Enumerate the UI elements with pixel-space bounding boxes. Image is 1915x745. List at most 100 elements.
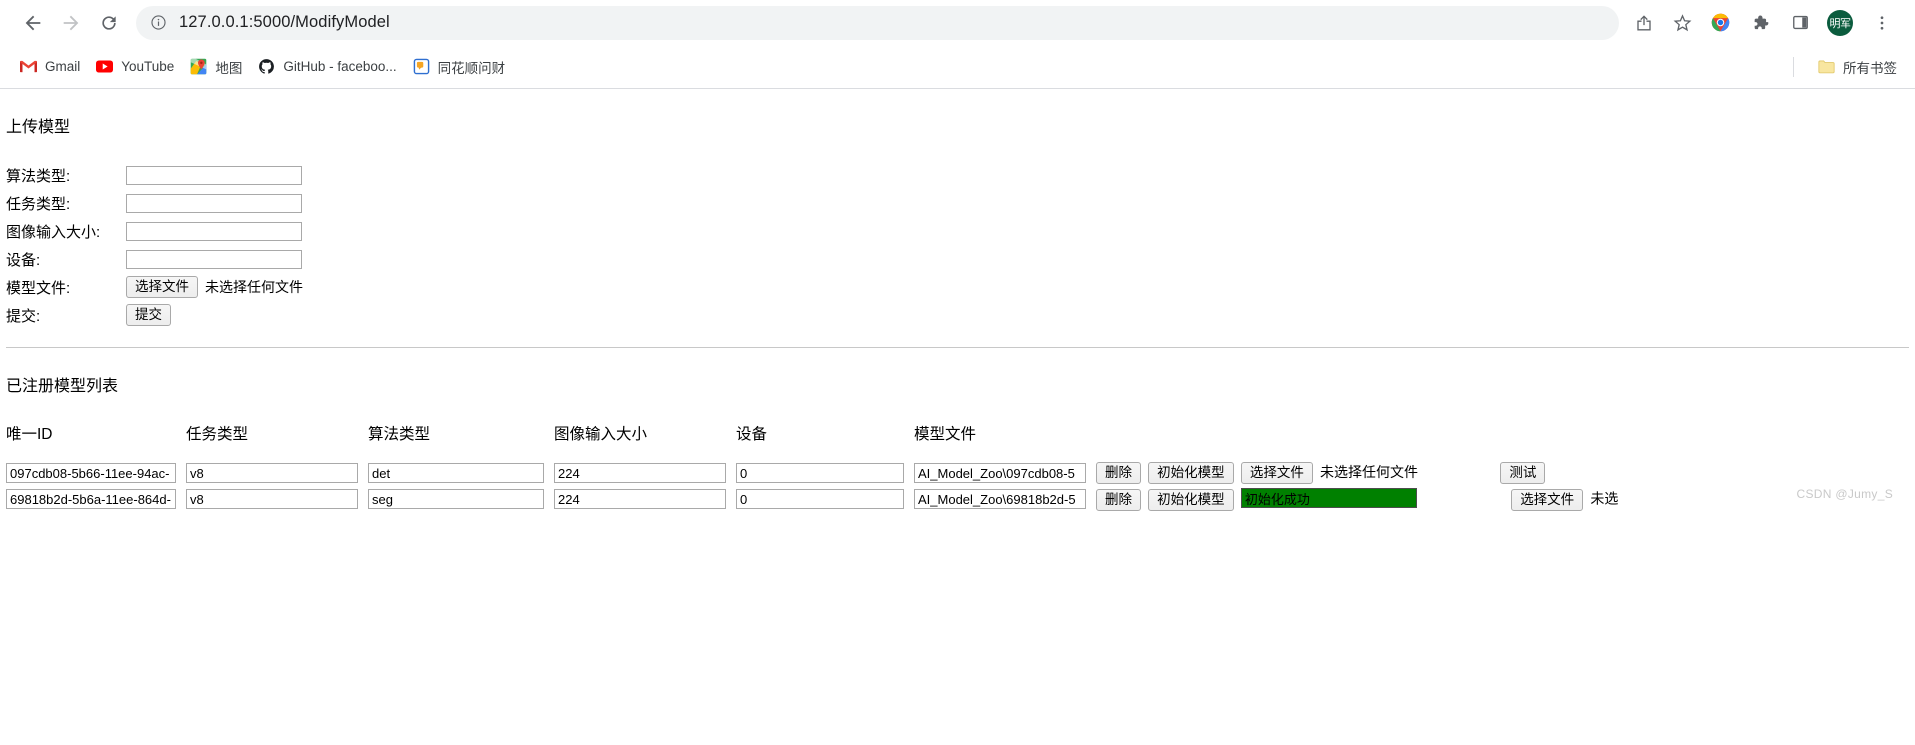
form-row-device: 设备: [6,245,1915,273]
row-task-type-input[interactable] [186,489,358,510]
bookmark-label: YouTube [121,59,175,74]
label-algo-type: 算法类型: [6,167,71,185]
page-title: 上传模型 [6,119,71,136]
cell-task-type [180,486,362,513]
share-icon [1637,14,1651,30]
all-bookmarks-label: 所有书签 [1843,60,1897,76]
forward-button[interactable] [52,4,90,42]
browser-right-actions: 明军 [1701,4,1901,42]
extensions-button[interactable] [1741,4,1779,42]
side-panel-button[interactable] [1781,4,1819,42]
forward-arrow-icon [63,15,79,30]
bookmark-label: 同花顺问财 [437,60,506,76]
reload-icon [102,15,116,30]
cell-algo-type [362,460,548,486]
row-task-type-input[interactable] [186,463,358,483]
youtube-icon [96,58,114,75]
table-row: 删除 初始化模型 选择文件 未选 [0,486,1622,513]
input-device[interactable] [126,249,302,269]
cell-device [730,460,908,486]
column-header-model-file: 模型文件 [914,426,977,443]
bookmark-item-youtube[interactable]: YouTube [88,54,182,79]
side-panel-icon [1792,15,1808,30]
omnibox-actions [1625,4,1701,42]
cell-algo-type [362,486,548,513]
all-bookmarks-button[interactable]: 所有书签 [1812,53,1903,81]
file-status-text: 未选择任何文件 [205,279,303,295]
column-header-task-type: 任务类型 [186,426,249,443]
browser-menu-button[interactable] [1863,4,1901,42]
three-dot-menu-icon [1880,15,1884,30]
row-input-size-input[interactable] [554,463,726,483]
browser-chrome: 127.0.0.1:5000/ModifyModel 明军 Gmail YouT… [0,0,1915,89]
column-header-device: 设备 [736,426,768,443]
row-algo-type-input[interactable] [368,463,544,483]
cell-device [730,486,908,513]
browser-toolbar: 127.0.0.1:5000/ModifyModel 明军 [0,0,1915,45]
chrome-color-circle-icon [1711,13,1729,32]
page-content: 上传模型 算法类型: 任务类型: 图像输入大小: 设备: 模型文件: 选择文件 … [0,113,1915,513]
table-row: 删除 初始化模型 选择文件 未选择任何文件 测试 [0,460,1622,486]
input-task-type[interactable] [126,193,302,213]
row-model-file-input[interactable] [914,489,1086,510]
row-algo-type-input[interactable] [368,489,544,510]
row-choose-file-button[interactable]: 选择文件 [1511,488,1584,511]
row-device-input[interactable] [736,463,904,483]
avatar[interactable]: 明军 [1827,9,1853,36]
table-body: 删除 初始化模型 选择文件 未选择任何文件 测试 [0,460,1622,513]
choose-file-button[interactable]: 选择文件 [126,276,198,298]
site-info-icon[interactable] [150,14,167,31]
folder-icon [1818,58,1835,75]
github-icon [258,58,275,75]
bookmark-star-button[interactable] [1663,4,1701,42]
row-delete-button[interactable]: 删除 [1096,462,1141,484]
cell-input-size [548,486,730,513]
table-head: 唯一ID 任务类型 算法类型 图像输入大小 设备 模型文件 [0,422,1622,460]
registered-models-table: 唯一ID 任务类型 算法类型 图像输入大小 设备 模型文件 097cdb08-5… [0,422,1622,513]
row-file-status-text: 未选 [1590,490,1619,507]
back-button[interactable] [14,4,52,42]
bookmark-item-maps[interactable]: 地图 [182,53,250,81]
file-picker: 选择文件 未选择任何文件 [126,276,303,298]
row-delete-button[interactable]: 删除 [1096,488,1141,511]
submit-button[interactable]: 提交 [126,304,171,326]
bookmark-item-github[interactable]: GitHub - faceboo... [250,54,404,79]
label-model-file: 模型文件: [6,279,71,297]
form-row-submit: 提交: 提交 [6,301,1915,329]
gmail-icon [20,58,37,75]
column-header-actions [1090,422,1622,460]
cell-id [0,486,180,513]
share-button[interactable] [1625,4,1663,42]
bookmark-item-ths[interactable]: 同花顺问财 [405,53,514,81]
label-device: 设备: [6,251,41,269]
ths-icon [413,58,430,75]
chrome-profile-button[interactable] [1701,4,1739,42]
row-id-input[interactable] [6,489,176,510]
input-algo-type[interactable] [126,165,302,185]
cell-task-type [180,460,362,486]
bookmarks-bar: Gmail YouTube 地图 GitHub - faceboo... 同花顺… [0,45,1915,88]
label-input-size: 图像输入大小: [6,223,101,241]
reload-button[interactable] [90,4,128,42]
row-id-input[interactable] [6,463,176,483]
address-bar[interactable]: 127.0.0.1:5000/ModifyModel [136,5,1619,40]
bookmark-label: Gmail [45,59,81,74]
row-model-file-input[interactable] [914,463,1086,483]
row-init-model-button[interactable]: 初始化模型 [1148,488,1234,511]
bookmark-label: GitHub - faceboo... [283,59,397,74]
bookmark-item-gmail[interactable]: Gmail [12,54,88,79]
star-icon [1673,14,1691,32]
column-header-id: 唯一ID [6,426,53,443]
form-row-task-type: 任务类型: [6,189,1915,217]
cell-input-size [548,460,730,486]
input-image-size[interactable] [126,221,302,241]
row-input-size-input[interactable] [554,489,726,510]
row-device-input[interactable] [736,489,904,510]
divider [1793,56,1794,77]
row-init-model-button[interactable]: 初始化模型 [1148,462,1234,484]
row-init-status-input[interactable] [1240,488,1417,508]
label-submit: 提交: [6,307,41,325]
form-row-model-file: 模型文件: 选择文件 未选择任何文件 [6,273,1915,301]
row-choose-file-button[interactable]: 选择文件 [1240,462,1313,484]
row-test-button[interactable]: 测试 [1500,462,1546,484]
